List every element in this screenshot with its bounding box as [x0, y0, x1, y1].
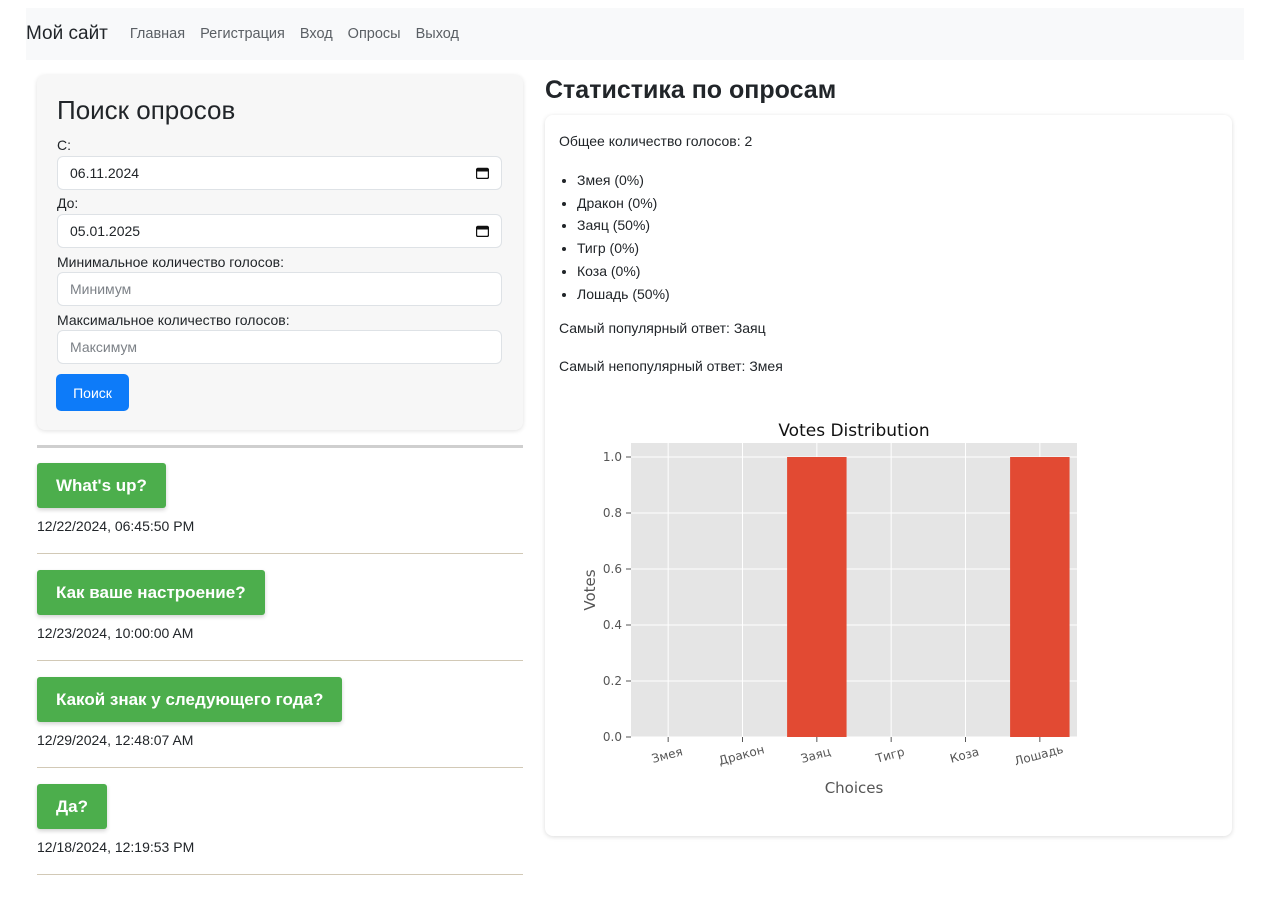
- poll-date: 12/22/2024, 06:45:50 PM: [37, 518, 195, 534]
- answer-item: Дракон (0%): [577, 192, 670, 215]
- votes-chart: 0.0 0.2 0.4 0.6 0.8 1.0 Змея Дракон Заяц Тигр Коза…: [581, 421, 1077, 797]
- search-button[interactable]: Поиск: [56, 374, 129, 411]
- x-tick-label: Заяц: [799, 744, 832, 765]
- to-date-input[interactable]: 05.01.2025: [57, 214, 502, 248]
- y-tick-label: 0.6: [603, 562, 622, 576]
- nav-link-register[interactable]: Регистрация: [200, 26, 285, 42]
- calendar-icon[interactable]: [476, 167, 489, 179]
- x-tick-label: Тигр: [873, 745, 906, 766]
- y-tick-label: 1.0: [603, 450, 622, 464]
- poll-title-button[interactable]: Да?: [37, 784, 107, 829]
- max-votes-placeholder: Максимум: [70, 339, 137, 355]
- x-tick-label: Лошадь: [1013, 742, 1065, 768]
- nav-link-login[interactable]: Вход: [300, 26, 333, 42]
- poll-list-item: Как ваше настроение? 12/23/2024, 10:00:0…: [37, 553, 523, 661]
- poll-list-item: What's up? 12/22/2024, 06:45:50 PM: [37, 446, 523, 554]
- poll-list-item: Да? 12/18/2024, 12:19:53 PM: [37, 767, 523, 875]
- from-date-value: 06.11.2024: [70, 165, 140, 181]
- calendar-icon[interactable]: [476, 225, 489, 237]
- x-tick-label: Дракон: [717, 742, 766, 768]
- total-votes: Общее количество голосов: 2: [559, 133, 753, 149]
- max-votes-input[interactable]: Максимум: [57, 330, 502, 364]
- x-axis-label: Choices: [825, 779, 884, 797]
- bar: [787, 457, 847, 737]
- answer-item: Змея (0%): [577, 169, 670, 192]
- poll-date: 12/29/2024, 12:48:07 AM: [37, 732, 194, 748]
- x-tick-label: Коза: [948, 745, 980, 766]
- y-tick-label: 0.0: [603, 730, 622, 744]
- min-votes-label: Минимальное количество голосов:: [57, 254, 284, 270]
- answer-item: Тигр (0%): [577, 237, 670, 260]
- nav-link-polls[interactable]: Опросы: [348, 26, 401, 42]
- min-votes-input[interactable]: Минимум: [57, 272, 502, 306]
- answer-item: Заяц (50%): [577, 214, 670, 237]
- stats-title: Статистика по опросам: [545, 76, 837, 104]
- y-tick-label: 0.8: [603, 506, 622, 520]
- bar: [1010, 457, 1070, 737]
- poll-list-item: Какой знак у следующего года? 12/29/2024…: [37, 660, 523, 768]
- most-popular-answer: Самый популярный ответ: Заяц: [559, 320, 766, 336]
- answers-list: Змея (0%) Дракон (0%) Заяц (50%) Тигр (0…: [559, 169, 670, 305]
- y-tick-label: 0.2: [603, 674, 622, 688]
- poll-title-button[interactable]: Какой знак у следующего года?: [37, 677, 343, 722]
- answer-item: Лошадь (50%): [577, 283, 670, 306]
- to-date-label: До:: [57, 195, 79, 211]
- min-votes-placeholder: Минимум: [70, 281, 132, 297]
- search-title: Поиск опросов: [57, 95, 236, 125]
- nav-link-home[interactable]: Главная: [130, 26, 185, 42]
- navbar: Мой сайт Главная Регистрация Вход Опросы…: [26, 8, 1244, 60]
- answer-item: Коза (0%): [577, 260, 670, 283]
- poll-title-button[interactable]: Как ваше настроение?: [37, 570, 265, 615]
- y-tick-label: 0.4: [603, 618, 622, 632]
- from-date-label: С:: [57, 137, 71, 153]
- plot-area: [631, 443, 1077, 737]
- poll-title-button[interactable]: What's up?: [37, 463, 166, 508]
- brand-link[interactable]: Мой сайт: [26, 23, 108, 45]
- x-tick-label: Змея: [650, 744, 684, 766]
- y-axis-label: Votes: [581, 569, 599, 610]
- poll-date: 12/23/2024, 10:00:00 AM: [37, 625, 194, 641]
- stats-card: Общее количество голосов: 2 Змея (0%) Др…: [545, 115, 1232, 836]
- max-votes-label: Максимальное количество голосов:: [57, 312, 290, 328]
- search-panel: Поиск опросов С: 06.11.2024 До: 05.01.20…: [37, 75, 523, 430]
- chart-title: Votes Distribution: [778, 421, 929, 441]
- nav-link-logout[interactable]: Выход: [416, 26, 459, 42]
- least-popular-answer: Самый непопулярный ответ: Змея: [559, 358, 783, 374]
- poll-date: 12/18/2024, 12:19:53 PM: [37, 839, 195, 855]
- to-date-value: 05.01.2025: [70, 223, 141, 239]
- from-date-input[interactable]: 06.11.2024: [57, 156, 502, 190]
